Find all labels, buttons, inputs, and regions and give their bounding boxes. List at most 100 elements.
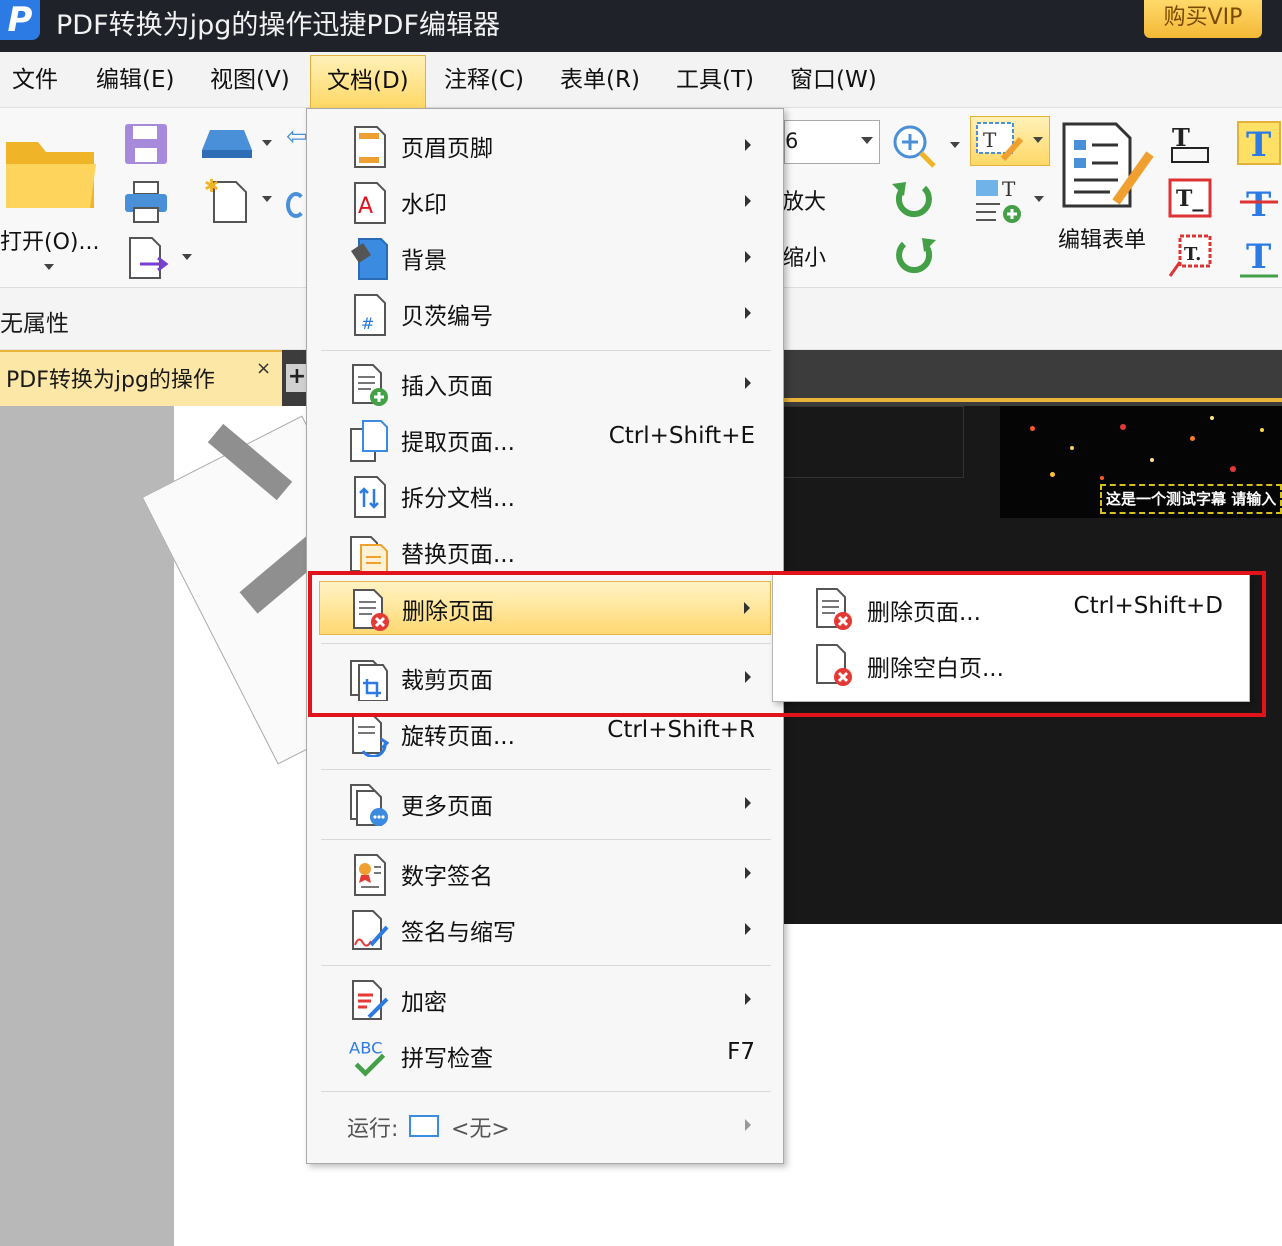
submenu-arrow-icon — [745, 867, 751, 879]
menu-item-label: 加密 — [401, 990, 447, 1016]
buy-vip-button[interactable]: 购买VIP — [1144, 0, 1262, 38]
rotate-right-icon[interactable] — [890, 236, 938, 278]
menu-item-run[interactable]: 运行: <无> — [319, 1099, 771, 1153]
text-field-icon[interactable]: T — [1166, 120, 1214, 168]
print-icon[interactable] — [122, 180, 170, 224]
submenu-arrow-icon — [745, 307, 751, 319]
scan-dropdown-arrow[interactable] — [262, 140, 272, 146]
rotate-left-icon[interactable] — [890, 180, 938, 222]
bates-number-icon: # — [354, 294, 386, 336]
menu-item-sign-initials[interactable]: 签名与缩写 — [319, 903, 771, 957]
svg-text:T: T — [983, 128, 997, 152]
menu-item-label: 数字签名 — [401, 864, 493, 890]
add-content-dropdown-arrow[interactable] — [1034, 196, 1044, 202]
sign-initials-icon — [352, 910, 389, 950]
submenu-item-delete-pages[interactable]: 删除页面... Ctrl+Shift+D — [779, 581, 1245, 635]
add-tab-button[interactable]: + — [286, 364, 308, 392]
replace-page-icon — [350, 536, 388, 575]
scan-icon[interactable] — [200, 128, 254, 160]
menu-file[interactable]: 文件 — [12, 52, 58, 108]
svg-text:A: A — [358, 194, 373, 219]
menu-item-crop-page[interactable]: 裁剪页面 — [319, 651, 771, 705]
menu-form[interactable]: 表单(R) — [560, 52, 640, 108]
menu-item-label: 水印 — [401, 192, 447, 218]
menu-view[interactable]: 视图(V) — [210, 52, 290, 108]
chevron-down-icon[interactable] — [861, 137, 873, 144]
submenu-arrow-icon — [745, 923, 751, 935]
menu-separator — [321, 350, 771, 351]
submenu-item-label: 删除页面... — [867, 600, 981, 626]
menu-item-shortcut: F7 — [727, 1039, 755, 1065]
menu-item-bates-number[interactable]: # 贝茨编号 — [319, 287, 771, 341]
zoom-in-label[interactable]: 放大 — [782, 184, 826, 216]
menu-item-insert-page[interactable]: 插入页面 — [319, 357, 771, 411]
chevron-down-icon[interactable] — [1033, 137, 1043, 143]
menu-item-replace-page[interactable]: 替换页面... — [319, 525, 771, 579]
callout-text-icon[interactable]: T. — [1166, 232, 1214, 280]
menu-tools[interactable]: 工具(T) — [676, 52, 754, 108]
crop-page-icon — [350, 660, 388, 701]
menu-item-watermark[interactable]: A 水印 — [319, 175, 771, 229]
edit-text-icon: T — [976, 122, 1024, 162]
submenu-item-shortcut: Ctrl+Shift+D — [1073, 593, 1223, 619]
rotate-page-icon — [352, 714, 389, 757]
edit-form-icon[interactable] — [1060, 120, 1156, 210]
spell-check-icon: ABC — [349, 1038, 386, 1077]
strikethrough-text-icon[interactable]: T — [1236, 178, 1282, 224]
submenu-arrow-icon — [745, 251, 751, 263]
menu-item-split-document[interactable]: 拆分文档... — [319, 469, 771, 523]
save-icon[interactable] — [122, 122, 170, 166]
undo-icon[interactable]: ⇦ — [286, 124, 308, 150]
edit-form-label[interactable]: 编辑表单 — [1058, 222, 1146, 254]
underline-text-icon[interactable]: T — [1236, 232, 1282, 280]
submenu-item-label: 删除空白页... — [867, 656, 1004, 682]
new-document-icon[interactable]: ✱ — [204, 176, 250, 224]
new-dropdown-arrow[interactable] — [262, 196, 272, 202]
submenu-arrow-icon — [745, 139, 751, 151]
menu-item-rotate-page[interactable]: 旋转页面... Ctrl+Shift+R — [319, 707, 771, 761]
menu-item-label: 拼写检查 — [401, 1046, 493, 1072]
submenu-arrow-icon — [745, 1119, 751, 1131]
menu-item-extract-page[interactable]: 提取页面... Ctrl+Shift+E — [319, 413, 771, 467]
menu-item-shortcut: Ctrl+Shift+E — [608, 423, 755, 449]
add-image-text-icon[interactable]: T — [974, 178, 1026, 224]
menu-item-more-pages[interactable]: 更多页面 — [319, 777, 771, 831]
menu-item-label: 页眉页脚 — [401, 136, 493, 162]
menu-window[interactable]: 窗口(W) — [790, 52, 877, 108]
export-icon[interactable] — [126, 236, 170, 280]
edit-text-tool[interactable]: T — [970, 116, 1050, 166]
tab-close-icon[interactable]: × — [256, 358, 271, 379]
zoom-value: 6 — [785, 129, 799, 153]
menu-document[interactable]: 文档(D) — [310, 55, 426, 109]
menu-item-background[interactable]: 背景 — [319, 231, 771, 285]
menu-separator — [321, 643, 771, 644]
svg-text:#: # — [361, 314, 374, 333]
menu-item-label: 更多页面 — [401, 794, 493, 820]
typewriter-icon[interactable]: T — [1236, 120, 1282, 168]
menu-item-digital-signature[interactable]: 数字签名 — [319, 847, 771, 901]
zoom-combo[interactable]: 6 — [784, 120, 880, 164]
open-button-label[interactable]: 打开(O)... — [0, 224, 99, 256]
menu-item-encrypt[interactable]: 加密 — [319, 973, 771, 1027]
menu-edit[interactable]: 编辑(E) — [96, 52, 174, 108]
redo-icon[interactable] — [286, 192, 306, 218]
menu-separator — [321, 1091, 771, 1092]
export-dropdown-arrow[interactable] — [182, 254, 192, 260]
tab-document[interactable]: PDF转换为jpg的操作 × — [0, 350, 282, 406]
menu-item-delete-page[interactable]: 删除页面 — [319, 581, 771, 635]
zoom-in-icon[interactable] — [890, 122, 940, 170]
zoom-tool-dropdown-arrow[interactable] — [950, 142, 960, 148]
menu-item-spell-check[interactable]: ABC 拼写检查 F7 — [319, 1029, 771, 1083]
open-dropdown-arrow[interactable] — [44, 264, 54, 270]
submenu-item-delete-blank-pages[interactable]: 删除空白页... — [779, 637, 1245, 691]
open-folder-icon[interactable] — [4, 130, 98, 214]
tab-active-stripe — [782, 398, 1282, 402]
subtitle-text[interactable]: 这是一个测试字幕 请输入 — [1100, 484, 1282, 514]
menu-item-label: 提取页面... — [401, 430, 515, 456]
menu-comment[interactable]: 注释(C) — [444, 52, 524, 108]
zoom-out-label[interactable]: 缩小 — [782, 240, 826, 272]
svg-text:✱: ✱ — [204, 176, 219, 197]
menu-item-header-footer[interactable]: 页眉页脚 — [319, 119, 771, 173]
text-box-icon[interactable]: T_ — [1166, 176, 1214, 224]
watermark-icon: A — [354, 182, 386, 224]
